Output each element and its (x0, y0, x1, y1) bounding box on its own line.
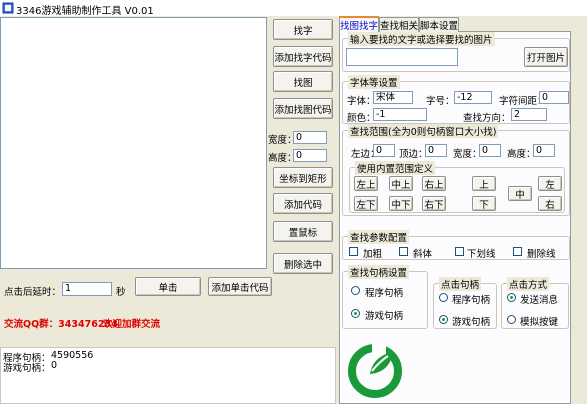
game-handle-value: 0 (51, 360, 58, 371)
preset-down-button[interactable]: 下 (472, 196, 496, 211)
logo (346, 340, 404, 398)
find-direction-label: 查找方向： (463, 113, 511, 124)
add-code-button[interactable]: 添加代码 (273, 193, 333, 214)
click-game-handle-radio[interactable] (439, 315, 448, 324)
range-left-field[interactable]: 0 (373, 144, 395, 157)
set-mouse-button[interactable]: 置鼠标 (273, 221, 333, 242)
range-top-field[interactable]: 0 (425, 144, 447, 157)
find-handle-group-title: 查找句柄设置 (348, 265, 410, 279)
welcome-text: 欢迎加群交流 (103, 319, 161, 330)
width-field[interactable]: 0 (293, 131, 327, 144)
open-image-button[interactable]: 打开图片 (524, 47, 568, 67)
send-message-radio[interactable] (507, 293, 516, 302)
preset-range-group: 使用内置范围定义 左上 中上 右上 左下 中下 右下 上 下 中 左 右 (349, 161, 565, 213)
range-width-field[interactable]: 0 (479, 144, 501, 157)
font-settings-group-title: 字体等设置 (348, 75, 400, 89)
simulate-key-radio[interactable] (507, 315, 516, 324)
click-method-group: 点击方式 发送消息 模拟按键 (501, 277, 569, 329)
font-size-field[interactable]: -12 (454, 91, 492, 104)
find-params-group-title: 查找参数配置 (348, 230, 410, 244)
font-field[interactable]: 宋体 (373, 91, 413, 104)
find-game-handle-radio[interactable] (351, 309, 360, 318)
window-title: 3346游戏辅助制作工具 V0.01 (16, 6, 154, 17)
game-handle-label: 游戏句柄： (3, 363, 51, 374)
add-find-text-code-button[interactable]: 添加找字代码 (273, 46, 333, 67)
find-program-handle-radio[interactable] (351, 286, 360, 295)
title-bar: 3346游戏辅助制作工具 V0.01 (0, 0, 587, 17)
find-input-group: 输入要找的文字或选择要找的图片 打开图片 (342, 32, 570, 72)
preset-left-button[interactable]: 左 (538, 176, 562, 191)
tab-find-image-text[interactable]: 找图找字 (339, 16, 379, 32)
qq-group-text: 交流QQ群：343476234 (4, 319, 118, 330)
strikethrough-checkbox[interactable] (513, 247, 522, 256)
tab-find-related[interactable]: 查找相关 (379, 17, 419, 32)
click-delay-unit: 秒 (116, 287, 126, 298)
font-label: 字体： (347, 96, 376, 107)
delete-selected-button[interactable]: 删除选中 (273, 253, 333, 274)
strikethrough-label: 删除线 (527, 249, 556, 260)
click-game-handle-label: 游戏句柄 (452, 317, 491, 328)
find-program-handle-label: 程序句柄 (365, 288, 404, 299)
range-top-label: 顶边： (399, 149, 428, 160)
click-handle-group: 点击句柄 程序句柄 游戏句柄 (433, 277, 497, 329)
send-message-label: 发送消息 (520, 295, 559, 306)
coords-to-rect-button[interactable]: 坐标到矩形 (273, 167, 333, 188)
click-program-handle-label: 程序句柄 (452, 295, 491, 306)
underline-checkbox[interactable] (455, 247, 464, 256)
click-button[interactable]: 单击 (135, 277, 201, 296)
add-click-code-button[interactable]: 添加单击代码 (208, 277, 272, 296)
italic-label: 斜体 (413, 249, 433, 260)
preset-top-center-button[interactable]: 中上 (389, 176, 413, 191)
find-handle-group: 查找句柄设置 程序句柄 游戏句柄 (342, 265, 428, 329)
find-game-handle-label: 游戏句柄 (365, 311, 404, 322)
range-height-label: 高度： (507, 149, 536, 160)
bold-checkbox[interactable] (349, 247, 358, 256)
find-params-group: 查找参数配置 加粗 斜体 下划线 删除线 (342, 230, 570, 260)
font-settings-group: 字体等设置 字体： 宋体 字号： -12 字符间距： 0 颜色： -1 查找方向… (342, 75, 570, 124)
click-program-handle-radio[interactable] (439, 293, 448, 302)
italic-checkbox[interactable] (399, 247, 408, 256)
char-spacing-field[interactable]: 0 (539, 91, 569, 104)
click-delay-label: 点击后延时： (4, 287, 62, 298)
preset-range-group-title: 使用内置范围定义 (355, 161, 436, 175)
add-find-image-code-button[interactable]: 添加找图代码 (273, 98, 333, 119)
leaf-logo-icon (348, 344, 402, 398)
app-icon (2, 2, 14, 14)
bold-label: 加粗 (363, 249, 383, 260)
height-field[interactable]: 0 (293, 149, 327, 162)
program-handle-value: 4590556 (51, 350, 94, 361)
find-text-input[interactable] (346, 48, 458, 66)
underline-label: 下划线 (467, 249, 496, 260)
preset-top-left-button[interactable]: 左上 (354, 176, 378, 191)
preset-bottom-center-button[interactable]: 中下 (389, 196, 413, 211)
font-size-label: 字号： (426, 96, 455, 107)
simulate-key-label: 模拟按键 (520, 317, 559, 328)
preset-bottom-left-button[interactable]: 左下 (354, 196, 378, 211)
click-handle-group-title: 点击句柄 (439, 277, 482, 291)
main-list-area[interactable] (0, 17, 267, 269)
click-method-group-title: 点击方式 (507, 277, 550, 291)
range-width-label: 宽度： (453, 149, 482, 160)
preset-up-button[interactable]: 上 (472, 176, 496, 191)
find-range-group-title: 查找范围(全为0则句柄窗口大小找) (348, 124, 499, 138)
color-field[interactable]: -1 (373, 108, 427, 121)
click-delay-field[interactable]: 1 (62, 282, 112, 296)
find-input-group-title: 输入要找的文字或选择要找的图片 (348, 32, 495, 46)
range-height-field[interactable]: 0 (533, 144, 555, 157)
color-label: 颜色： (347, 113, 376, 124)
find-image-button[interactable]: 找图 (273, 71, 333, 92)
preset-right-button[interactable]: 右 (538, 196, 562, 211)
preset-bottom-right-button[interactable]: 右下 (422, 196, 446, 211)
handles-info-area: 程序句柄： 4590556 游戏句柄： 0 (0, 347, 336, 404)
find-range-group: 查找范围(全为0则句柄窗口大小找) 左边： 0 顶边： 0 宽度： 0 高度： … (342, 124, 570, 216)
preset-center-button[interactable]: 中 (508, 186, 532, 201)
preset-top-right-button[interactable]: 右上 (422, 176, 446, 191)
find-text-button[interactable]: 找字 (273, 19, 333, 40)
tab-script-settings[interactable]: 脚本设置 (419, 17, 459, 32)
find-direction-field[interactable]: 2 (511, 108, 547, 121)
